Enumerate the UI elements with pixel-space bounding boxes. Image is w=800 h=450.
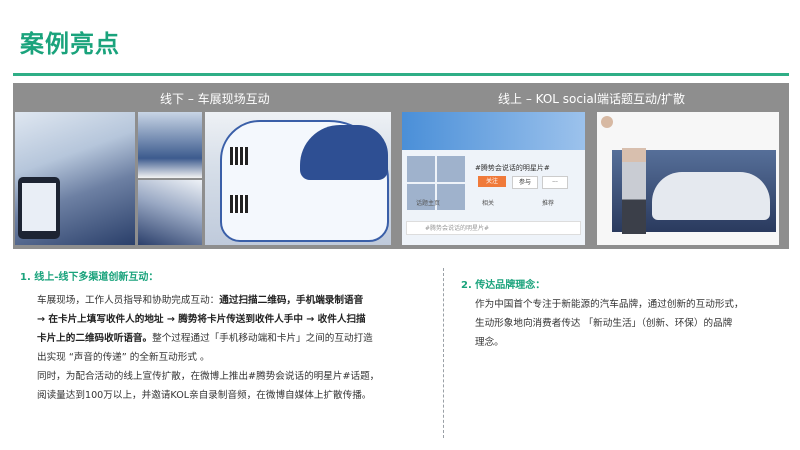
section2-heading: 2. 传达品牌理念：: [461, 280, 546, 291]
more-button: ···: [542, 176, 568, 189]
section1-line: 出实现 “声音的传递” 的全新互动形式 。: [37, 352, 210, 363]
section1-line: 阅读量达到100万以上，并邀请KOL亲自录制音频，在微博自媒体上扩散传播。: [37, 390, 372, 401]
qr-code-icon: [230, 195, 248, 213]
topic-banner: [402, 112, 585, 150]
kol-post-car: [652, 172, 770, 220]
topic-thumbnail: [437, 156, 465, 182]
photo-booth-writing: [138, 180, 202, 245]
qr-code-icon: [230, 147, 248, 165]
follow-button: 关注: [478, 176, 506, 187]
tab-recommend: 推荐: [542, 200, 555, 207]
section1-line: 车展现场，工作人员指导和协助完成互动：通过扫描二维码，手机端录制语音: [37, 295, 364, 306]
section1-line: → 在卡片上填写收件人的地址 → 腾势将卡片传送到收件人手中 → 收件人扫描: [37, 314, 366, 325]
section1-body: 车展现场，工作人员指导和协助完成互动：通过扫描二维码，手机端录制语音 → 在卡片…: [37, 291, 442, 405]
section2-body: 作为中国首个专注于新能源的汽车品牌，通过创新的互动形式， 生动形象地向消费者传达…: [475, 295, 785, 352]
section1-line: 同时，为配合活动的线上宣传扩散，在微博上推出#腾势会说话的明星片#话题，: [37, 371, 380, 382]
caption-online: 线上 – KOL social端话题互动/扩散: [498, 92, 686, 106]
title-rule: [13, 73, 789, 76]
caption-offline: 线下 – 车展现场互动: [160, 92, 270, 106]
section1-heading: 1. 线上-线下多渠道创新互动：: [20, 272, 159, 283]
join-button: 参与: [512, 176, 538, 189]
section1-line: 卡片上的二维码收听语音。整个过程通过「手机移动端和卡片」之间的互动打造: [37, 333, 373, 344]
page-title: 案例亮点: [20, 30, 120, 58]
topic-tabs: 话题主页 相关 推荐: [402, 196, 585, 210]
column-divider: [443, 268, 444, 438]
topic-title: #腾势会说话的明星片#: [475, 164, 550, 172]
post-input: #腾势会说话的明星片#: [406, 221, 581, 235]
tab-home: 话题主页: [416, 200, 441, 207]
topic-thumbnail: [407, 156, 435, 182]
tab-related: 相关: [482, 200, 495, 207]
phone-photo: [18, 177, 60, 239]
section2-line: 作为中国首个专注于新能源的汽车品牌，通过创新的互动形式，: [475, 299, 744, 310]
section2-line: 生动形象地向消费者传达 「新动生活」（创新、环保）的品牌: [475, 318, 733, 329]
kol-person: [622, 148, 646, 234]
section2-line: 理念。: [475, 337, 504, 348]
avatar: [601, 116, 613, 128]
photo-booth-visitors: [138, 112, 202, 178]
